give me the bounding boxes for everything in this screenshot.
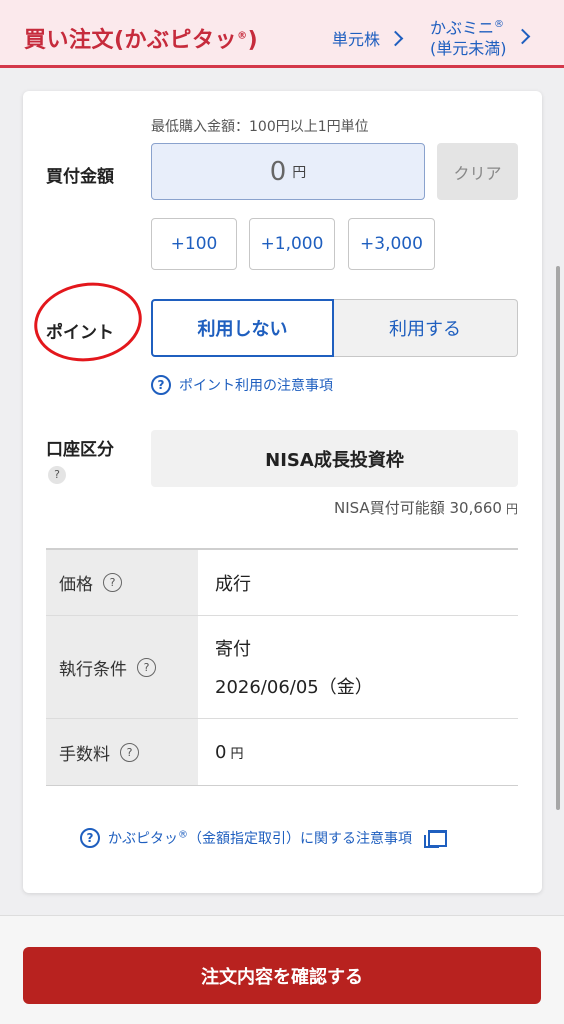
execution-date: 2026/06/05（金） — [215, 677, 373, 698]
fee-label: 手数料 — [59, 744, 110, 765]
question-circle-icon[interactable]: ? — [137, 657, 156, 677]
point-notice-link[interactable]: ? ポイント利用の注意事項 — [151, 375, 333, 395]
question-circle-icon: ? — [80, 828, 100, 848]
order-details-table: 価格 ? 成行 執行条件 ? 寄付 2026/06/05（金） 手数料 ? 0円 — [46, 548, 518, 786]
purchase-amount-label: 買付金額 — [46, 167, 114, 187]
confirm-order-button[interactable]: 注文内容を確認する — [23, 947, 541, 1004]
point-option-use[interactable]: 利用する — [333, 299, 518, 357]
kabu-mini-line1: かぶミニ — [430, 18, 495, 38]
execution-condition-text: 寄付 — [215, 639, 251, 660]
chevron-right-icon — [514, 28, 530, 45]
add-3000-button[interactable]: +3,000 — [348, 218, 435, 270]
add-1000-button[interactable]: +1,000 — [249, 218, 335, 270]
kabu-pita-notice-link[interactable]: ? かぶピタッ®（金額指定取引）に関する注意事項 — [80, 828, 447, 848]
registered-mark: ® — [237, 30, 248, 42]
price-value-text: 成行 — [215, 573, 251, 595]
kabu-pita-notice-text: かぶピタッ®（金額指定取引）に関する注意事項 — [108, 828, 412, 848]
account-type-value: NISA成長投資枠 — [151, 430, 518, 487]
point-notice-text: ポイント利用の注意事項 — [179, 378, 333, 394]
fee-value-text: 0 — [215, 741, 227, 763]
price-header: 価格 ? — [46, 550, 198, 615]
fee-header: 手数料 ? — [46, 719, 198, 785]
min-purchase-note: 最低購入金額：100円以上1円単位 — [151, 119, 369, 135]
nisa-available-label: NISA買付可能額 — [333, 499, 445, 517]
registered-mark: ® — [494, 19, 505, 30]
table-row: 手数料 ? 0円 — [46, 719, 518, 785]
purchase-amount-unit: 円 — [292, 164, 307, 181]
page-title: 買い注文(かぶピタッ®) — [24, 22, 258, 54]
price-label: 価格 — [59, 575, 93, 595]
table-row: 執行条件 ? 寄付 2026/06/05（金） — [46, 616, 518, 719]
execution-condition-value: 寄付 2026/06/05（金） — [198, 616, 518, 718]
purchase-amount-input[interactable]: 0 円 — [151, 143, 425, 200]
fee-value: 0円 — [198, 719, 518, 785]
question-circle-icon[interactable]: ? — [120, 742, 139, 762]
nisa-available-unit: 円 — [505, 502, 518, 516]
tangen-kabu-link[interactable]: 単元株 — [332, 26, 404, 50]
notice-text-post: （金額指定取引）に関する注意事項 — [188, 831, 412, 847]
add-100-button[interactable]: +100 — [151, 218, 237, 270]
question-circle-icon[interactable]: ? — [103, 573, 122, 592]
scrollbar[interactable] — [556, 266, 560, 810]
execution-condition-header: 執行条件 ? — [46, 616, 198, 718]
price-value: 成行 — [198, 550, 518, 615]
kabu-mini-label: かぶミニ® (単元未満) — [430, 14, 507, 59]
account-type-label: 口座区分 — [46, 440, 114, 460]
new-window-icon — [424, 830, 447, 848]
registered-mark: ® — [178, 829, 188, 841]
question-icon: ? — [48, 465, 66, 484]
notice-text-pre: かぶピタッ — [108, 831, 178, 847]
point-option-no-use[interactable]: 利用しない — [151, 299, 334, 357]
question-circle-icon: ? — [151, 375, 171, 395]
page-title-close: ) — [247, 28, 259, 53]
kabu-mini-link[interactable]: かぶミニ® (単元未満) — [430, 14, 530, 59]
clear-button[interactable]: クリア — [437, 143, 518, 200]
nisa-available-value: 30,660 — [449, 499, 502, 517]
fee-unit: 円 — [230, 746, 244, 762]
execution-condition-label: 執行条件 — [59, 659, 127, 680]
table-row: 価格 ? 成行 — [46, 550, 518, 616]
page-title-text: 買い注文(かぶピタッ — [24, 28, 238, 53]
account-help[interactable]: ? — [48, 463, 66, 484]
page-header: 買い注文(かぶピタッ®) 単元株 かぶミニ® (単元未満) — [0, 0, 564, 68]
kabu-mini-line2: (単元未満) — [430, 39, 507, 59]
nisa-available-amount: NISA買付可能額 30,660 円 — [334, 497, 518, 518]
tangen-kabu-label: 単元株 — [332, 30, 381, 49]
chevron-right-icon — [387, 30, 404, 46]
purchase-amount-value: 0 — [269, 156, 287, 187]
